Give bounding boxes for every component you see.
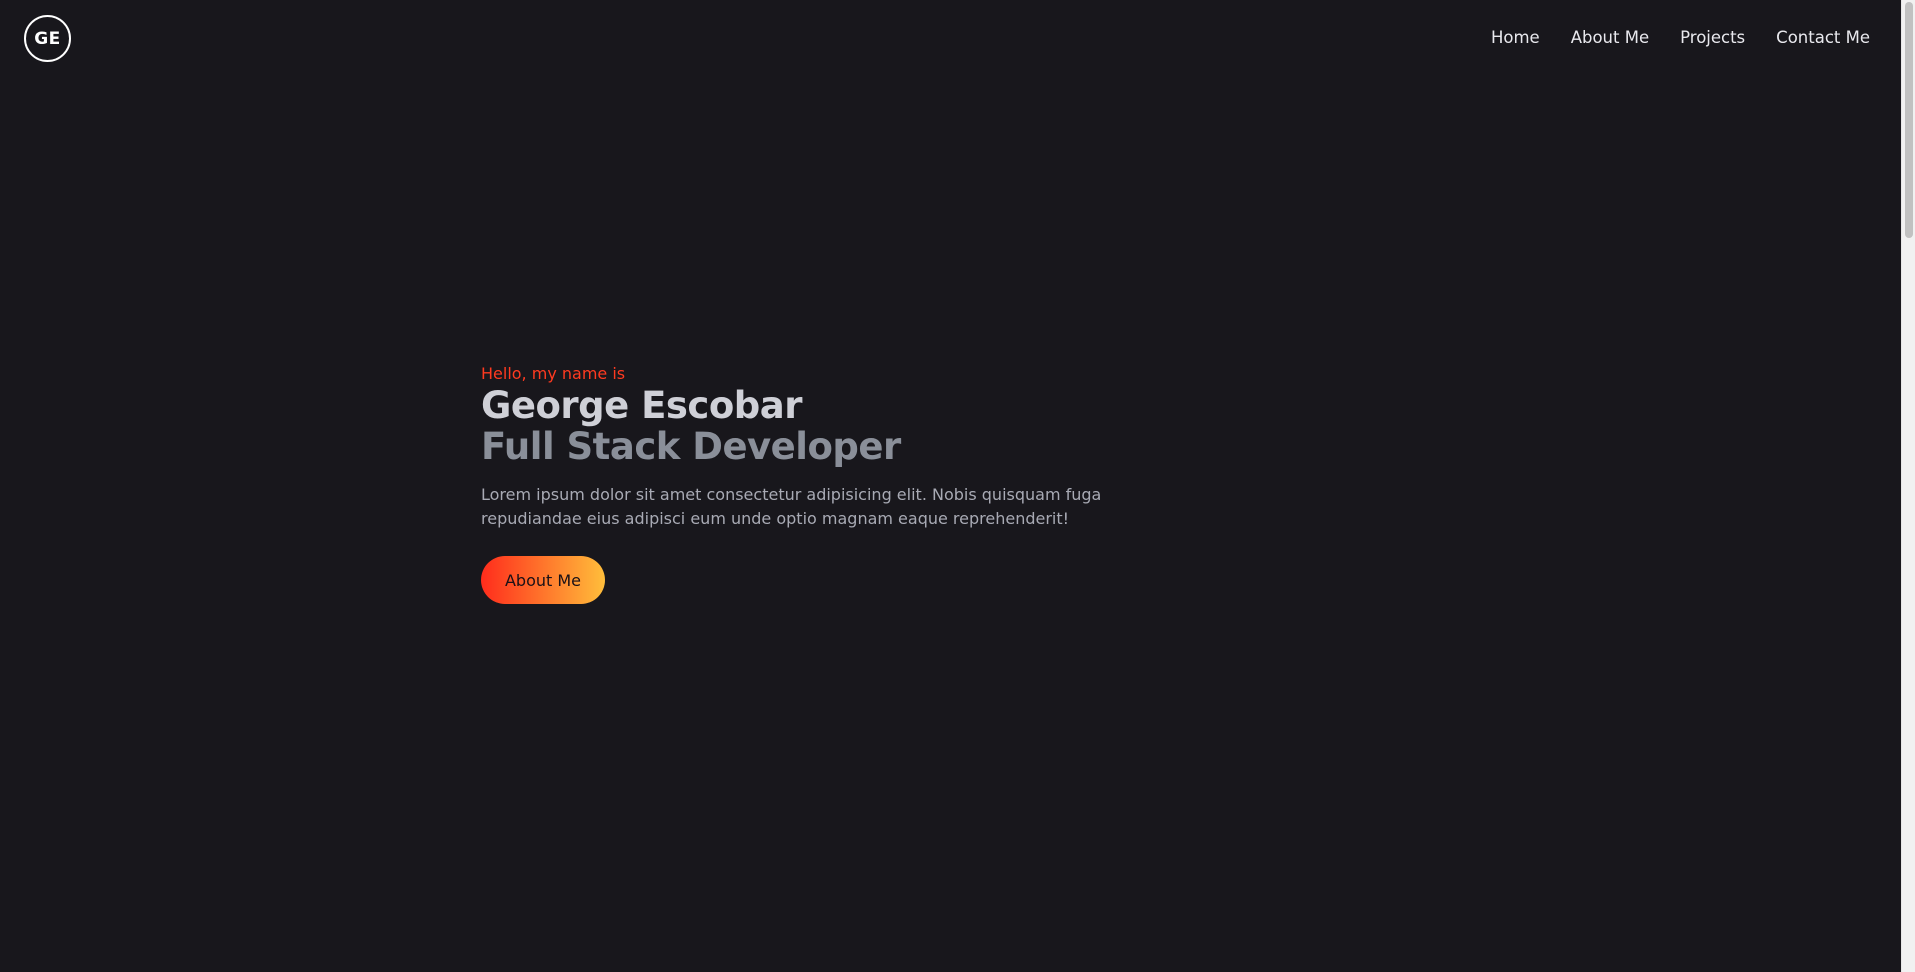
hero-description: Lorem ipsum dolor sit amet consectetur a… <box>481 485 1102 528</box>
nav-link-about-me[interactable]: About Me <box>1571 26 1649 50</box>
hero-role: Full Stack Developer <box>481 425 901 468</box>
logo[interactable]: GE <box>24 15 71 62</box>
nav-link-contact-me[interactable]: Contact Me <box>1776 26 1870 50</box>
logo-text: GE <box>34 28 61 49</box>
page: GE Home About Me Projects Contact Me Hel… <box>0 0 1915 972</box>
hero-name: George Escobar <box>481 384 802 427</box>
scrollbar-thumb[interactable] <box>1905 2 1913 238</box>
nav-link-home[interactable]: Home <box>1491 26 1540 50</box>
about-me-button[interactable]: About Me <box>481 556 605 604</box>
hero-greeting: Hello, my name is <box>481 364 626 383</box>
main-nav: Home About Me Projects Contact Me <box>1491 26 1870 50</box>
nav-link-projects[interactable]: Projects <box>1680 26 1745 50</box>
content-area: GE Home About Me Projects Contact Me Hel… <box>0 0 1901 972</box>
hero-section: Hello, my name is George Escobar Full St… <box>481 363 1121 604</box>
page-scrollbar[interactable] <box>1901 0 1915 972</box>
